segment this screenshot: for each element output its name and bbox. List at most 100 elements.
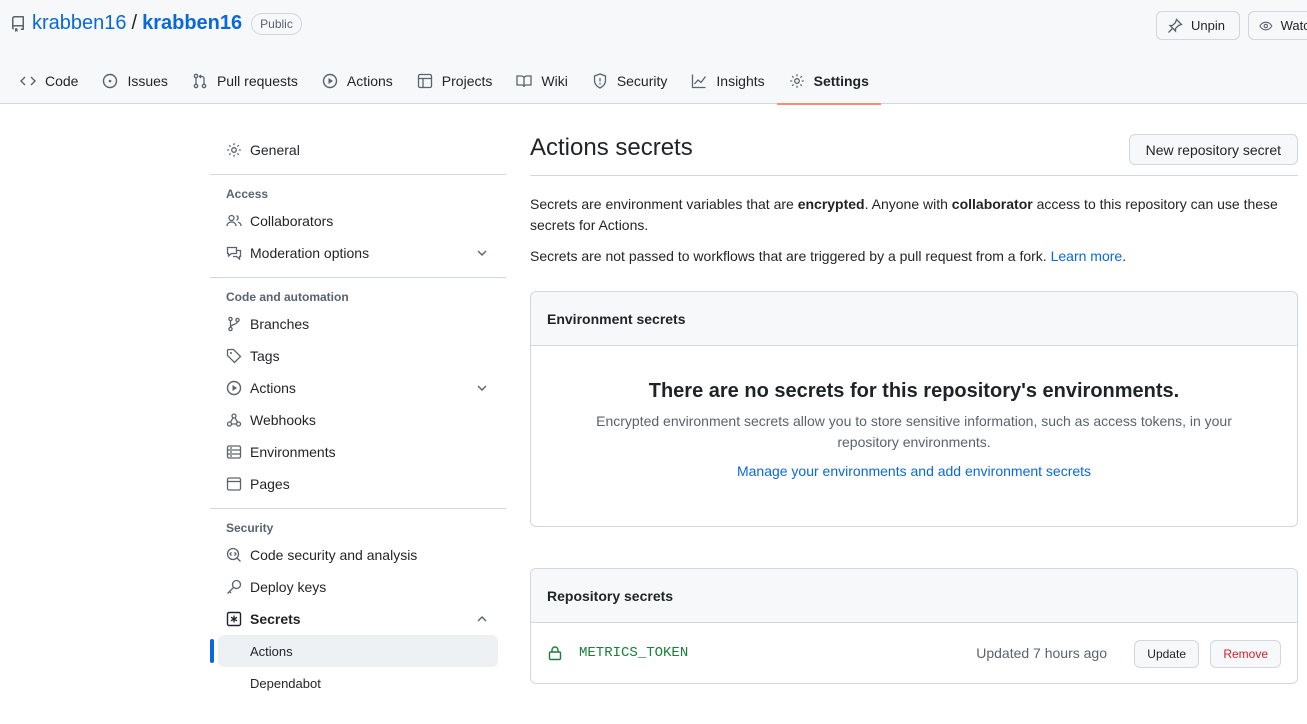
issue-icon (103, 73, 118, 89)
sidebar-item-label: Actions (250, 380, 296, 396)
gear-icon (227, 143, 241, 157)
sidebar-item-label: Collaborators (250, 213, 334, 229)
tab-issues[interactable]: Issues (90, 58, 179, 104)
repository-secrets-header: Repository secrets (531, 569, 1297, 623)
manage-environments-link[interactable]: Manage your environments and add environ… (531, 463, 1297, 479)
desc-text: . Anyone with (864, 196, 952, 212)
remove-secret-button[interactable]: Remove (1210, 640, 1281, 668)
sidebar-item-branches[interactable]: Branches (210, 308, 506, 340)
repository-secrets-box: Repository secrets METRICS_TOKEN Updated… (530, 568, 1298, 684)
sidebar-item-deploy-keys[interactable]: Deploy keys (210, 571, 506, 603)
tab-code[interactable]: Code (8, 58, 90, 104)
sidebar-heading-access: Access (226, 187, 269, 201)
code-icon (20, 76, 36, 86)
secret-updated-time: Updated 7 hours ago (976, 645, 1107, 661)
sidebar-item-label: Tags (250, 348, 280, 364)
sidebar-item-label: Deploy keys (250, 579, 327, 595)
sidebar-divider (210, 174, 506, 175)
shield-icon (593, 73, 606, 89)
sidebar-subitem-secrets-actions[interactable]: Actions (210, 635, 498, 667)
asterisk-box-icon (226, 611, 242, 627)
tab-insights-label: Insights (716, 73, 765, 89)
secret-name: METRICS_TOKEN (579, 645, 689, 661)
table-icon (417, 73, 432, 89)
sidebar-item-actions[interactable]: Actions (210, 372, 506, 404)
codescan-icon (226, 547, 241, 562)
sidebar-item-label: Webhooks (250, 412, 316, 428)
watch-label: Watch (1280, 18, 1307, 33)
tab-issues-label: Issues (127, 73, 168, 89)
webhook-icon (226, 413, 242, 427)
fork-note: Secrets are not passed to workflows that… (530, 246, 1298, 267)
sidebar-item-secrets[interactable]: Secrets (210, 603, 506, 635)
secret-row: METRICS_TOKEN Updated 7 hours ago Update… (531, 623, 1297, 683)
eye-icon (1259, 21, 1273, 30)
sidebar-item-label: Code security and analysis (250, 547, 418, 563)
tab-actions-label: Actions (346, 73, 393, 89)
sidebar-item-collaborators[interactable]: Collaborators (210, 205, 506, 237)
lock-icon (548, 646, 562, 661)
desc-bold-collaborator: collaborator (951, 196, 1033, 212)
settings-sidebar: General Access Collaborators Moderation … (210, 134, 506, 699)
branch-icon (228, 316, 240, 332)
play-icon (322, 73, 338, 89)
learn-more-link[interactable]: Learn more (1051, 248, 1123, 264)
environment-secrets-blankslate: There are no secrets for this repository… (531, 380, 1297, 479)
graph-icon (692, 74, 707, 89)
sidebar-subitem-secrets-dependabot[interactable]: Dependabot (210, 667, 498, 699)
new-repository-secret-button[interactable]: New repository secret (1128, 134, 1298, 165)
sidebar-item-label: Moderation options (250, 245, 370, 261)
visibility-badge: Public (251, 12, 302, 35)
blankslate-text: Encrypted environment secrets allow you … (596, 413, 1232, 450)
secrets-description: Secrets are environment variables that a… (530, 194, 1290, 236)
tab-settings-label: Settings (813, 73, 869, 89)
repo-owner-link[interactable]: krabben16 (32, 12, 127, 35)
tab-wiki[interactable]: Wiki (504, 58, 579, 104)
sidebar-item-label: General (250, 142, 300, 158)
environment-secrets-box: Environment secrets There are no secrets… (530, 291, 1298, 527)
server-icon (226, 445, 242, 459)
tab-insights[interactable]: Insights (679, 58, 776, 104)
gear-icon (789, 74, 804, 88)
sidebar-item-pages[interactable]: Pages (210, 468, 506, 500)
pin-icon (1168, 17, 1183, 33)
repo-icon (11, 15, 24, 32)
tab-projects[interactable]: Projects (405, 58, 505, 104)
sidebar-heading-code: Code and automation (226, 290, 349, 304)
tab-code-label: Code (45, 73, 79, 89)
sidebar-item-moderation[interactable]: Moderation options (210, 237, 506, 269)
sidebar-subitem-label: Actions (250, 643, 293, 659)
sidebar-item-general[interactable]: General (210, 134, 506, 166)
sidebar-item-tags[interactable]: Tags (210, 340, 506, 372)
chevron-down-icon (477, 250, 487, 256)
tab-wiki-label: Wiki (541, 73, 568, 89)
page-header: Actions secrets New repository secret (530, 130, 1298, 176)
desc-text: Secrets are environment variables that a… (530, 196, 798, 212)
fork-note-text: Secrets are not passed to workflows that… (530, 248, 1051, 264)
sidebar-item-webhooks[interactable]: Webhooks (210, 404, 506, 436)
chevron-up-icon (477, 616, 487, 622)
repo-header: krabben16 / krabben16 Public Unpin Watch… (0, 0, 1307, 105)
play-icon (226, 380, 242, 396)
tab-pull-requests[interactable]: Pull requests (180, 58, 310, 104)
main-content: Actions secrets New repository secret Se… (530, 130, 1298, 684)
repo-name-link[interactable]: krabben16 (142, 12, 242, 35)
repo-separator: / (131, 12, 138, 34)
sidebar-item-environments[interactable]: Environments (210, 436, 506, 468)
tab-settings[interactable]: Settings (776, 58, 882, 105)
sidebar-item-label: Secrets (250, 611, 301, 627)
watch-button[interactable]: Watch (1248, 11, 1307, 40)
tab-actions[interactable]: Actions (310, 58, 405, 104)
unpin-button[interactable]: Unpin (1156, 11, 1240, 40)
sidebar-item-code-security[interactable]: Code security and analysis (210, 539, 506, 571)
update-secret-button[interactable]: Update (1134, 640, 1199, 668)
browser-icon (226, 477, 242, 491)
unpin-label: Unpin (1191, 18, 1225, 33)
page-title: Actions secrets (530, 134, 693, 161)
tab-projects-label: Projects (441, 73, 493, 89)
tab-security[interactable]: Security (580, 58, 680, 104)
key-icon (227, 579, 242, 594)
pull-request-icon (193, 73, 207, 89)
tag-icon (226, 348, 242, 364)
sidebar-heading-security: Security (226, 521, 274, 535)
